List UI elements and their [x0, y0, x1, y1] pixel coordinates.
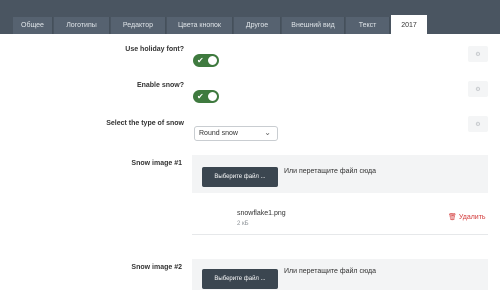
tab-text[interactable]: Текст	[346, 17, 390, 34]
chevron-down-icon: ⌄	[264, 128, 271, 137]
tab-button-colors[interactable]: Цвета кнопок	[167, 17, 233, 34]
toggle-knob	[207, 91, 218, 102]
divider	[192, 234, 488, 235]
gear-icon[interactable]: ⚙	[468, 46, 488, 62]
toggle-knob	[207, 55, 218, 66]
tab-other[interactable]: Другое	[234, 17, 281, 34]
tab-logos[interactable]: Логотипы	[54, 17, 110, 34]
holiday-font-toggle[interactable]: ✔	[193, 54, 219, 67]
snow-image-2-dropzone[interactable]: Выберите файл ... Или перетащите файл сю…	[192, 259, 488, 290]
snow-image-1-label: Snow image #1	[131, 160, 182, 167]
gear-icon[interactable]: ⚙	[468, 116, 488, 132]
tab-2017[interactable]: 2017	[391, 15, 427, 35]
drop-hint: Или перетащите файл сюда	[284, 268, 377, 275]
gear-icon[interactable]: ⚙	[468, 81, 488, 97]
choose-file-button[interactable]: Выберите файл ...	[202, 167, 278, 187]
choose-file-button[interactable]: Выберите файл ...	[202, 269, 278, 289]
snow-type-value: Round snow	[199, 130, 238, 137]
tab-editor[interactable]: Редактор	[111, 17, 166, 34]
holiday-font-label: Use holiday font?	[125, 46, 184, 53]
enable-snow-label: Enable snow?	[136, 82, 184, 89]
file-name: snowflake1.png	[237, 210, 286, 217]
snow-image-2-label: Snow image #2	[131, 264, 182, 271]
check-icon: ✔	[197, 56, 204, 65]
tab-bar: Общее Логотипы Редактор Цвета кнопок Дру…	[0, 0, 500, 35]
drop-hint: Или перетащите файл сюда	[284, 168, 377, 175]
tab-appearance[interactable]: Внешний вид	[282, 17, 345, 34]
file-size: 2 кБ	[237, 221, 249, 227]
snow-image-1-dropzone[interactable]: Выберите файл ... Или перетащите файл сю…	[192, 155, 488, 193]
settings-panel: Use holiday font? ✔ ⚙ Enable snow? ✔ ⚙ S…	[0, 34, 500, 290]
enable-snow-toggle[interactable]: ✔	[193, 90, 219, 103]
check-icon: ✔	[197, 92, 204, 101]
snow-type-label: Select the type of snow	[106, 120, 184, 127]
tab-general[interactable]: Общее	[13, 17, 53, 34]
snow-type-select[interactable]: Round snow ⌄	[194, 126, 278, 141]
delete-file-link[interactable]: 🗑 Удалить	[448, 213, 486, 221]
